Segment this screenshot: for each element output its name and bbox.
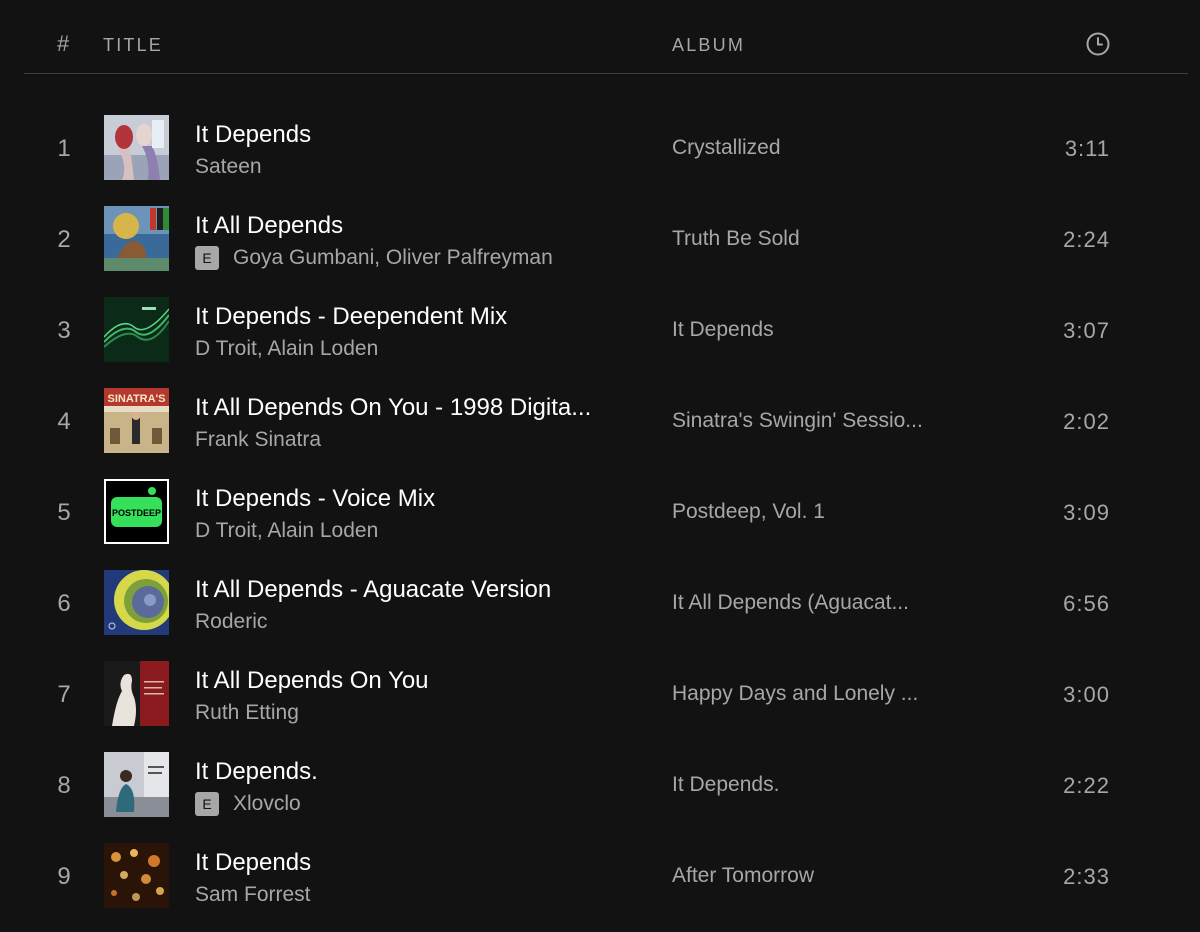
track-artist-line: D Troit, Alain Loden [195, 337, 378, 361]
track-album[interactable]: Happy Days and Lonely ... [672, 682, 918, 706]
track-row[interactable]: 3 It Depends - Deependent Mix D Troit, A… [0, 285, 1200, 376]
track-title[interactable]: It All Depends On You - 1998 Digita... [195, 394, 591, 422]
track-title[interactable]: It Depends [195, 849, 311, 877]
album-cover [104, 661, 169, 726]
track-album[interactable]: After Tomorrow [672, 864, 814, 888]
track-duration: 3:00 [1063, 682, 1110, 707]
track-row[interactable]: 7 It All Depends On You Ruth Etting Happ… [0, 649, 1200, 740]
track-number: 3 [57, 317, 71, 344]
header-divider [24, 73, 1188, 74]
track-artist-line: Ruth Etting [195, 701, 299, 725]
track-number: 5 [57, 499, 71, 526]
track-album[interactable]: Sinatra's Swingin' Sessio... [672, 409, 923, 433]
track-artist-line: D Troit, Alain Loden [195, 519, 378, 543]
track-artist[interactable]: D Troit, Alain Loden [195, 519, 378, 543]
track-artist-line: Roderic [195, 610, 267, 634]
track-artist[interactable]: Roderic [195, 610, 267, 634]
explicit-badge: E [195, 246, 219, 270]
track-album[interactable]: It Depends. [672, 773, 779, 797]
explicit-badge: E [195, 792, 219, 816]
track-artist-line: Sateen [195, 155, 262, 179]
track-artist-line: E Xlovclo [195, 792, 301, 816]
track-row[interactable]: 9 It Depends Sam Forrest After Tomorrow … [0, 831, 1200, 922]
track-duration: 2:33 [1063, 864, 1110, 889]
track-row[interactable]: 2 It All Depends E Goya Gumbani, Oliver … [0, 194, 1200, 285]
track-artist[interactable]: Sam Forrest [195, 883, 311, 907]
track-row[interactable]: 4 SINATRA'S It All Depends On You - 1998… [0, 376, 1200, 467]
track-number: 9 [57, 863, 71, 890]
track-title[interactable]: It Depends - Voice Mix [195, 485, 435, 513]
track-number: 2 [57, 226, 71, 253]
track-row[interactable]: 1 It Depends Sateen Crystallized 3:11 [0, 103, 1200, 194]
track-duration: 3:11 [1064, 136, 1110, 161]
album-cover: POSTDEEP [104, 479, 169, 544]
track-duration: 6:56 [1063, 591, 1110, 616]
track-number: 6 [57, 590, 71, 617]
cover-text: POSTDEEP [112, 508, 161, 518]
track-artist[interactable]: D Troit, Alain Loden [195, 337, 378, 361]
track-artist-line: Frank Sinatra [195, 428, 321, 452]
album-cover [104, 206, 169, 271]
track-duration: 2:02 [1063, 409, 1110, 434]
album-cover [104, 843, 169, 908]
column-header-title[interactable]: TITLE [103, 35, 163, 56]
track-number: 1 [57, 135, 71, 162]
track-title[interactable]: It Depends [195, 121, 311, 149]
track-duration: 2:22 [1063, 773, 1110, 798]
track-duration: 3:09 [1063, 500, 1110, 525]
track-title[interactable]: It All Depends On You [195, 667, 429, 695]
album-cover [104, 297, 169, 362]
track-artist-line: Sam Forrest [195, 883, 311, 907]
column-header-album[interactable]: ALBUM [672, 35, 745, 56]
track-artist-line: E Goya Gumbani, Oliver Palfreyman [195, 246, 553, 270]
track-title[interactable]: It All Depends [195, 212, 343, 240]
track-album[interactable]: Postdeep, Vol. 1 [672, 500, 825, 524]
track-title[interactable]: It Depends. [195, 758, 318, 786]
track-artist[interactable]: Goya Gumbani, Oliver Palfreyman [233, 246, 553, 270]
track-number: 4 [57, 408, 71, 435]
track-row[interactable]: 8 It Depends. E Xlovclo It Depends. 2:22 [0, 740, 1200, 831]
track-row[interactable]: 6 It All Depends - Aguacate Version Rode… [0, 558, 1200, 649]
track-artist[interactable]: Ruth Etting [195, 701, 299, 725]
track-title[interactable]: It Depends - Deependent Mix [195, 303, 507, 331]
track-duration: 2:24 [1063, 227, 1110, 252]
column-header-number[interactable]: # [57, 31, 69, 57]
track-row[interactable]: 5 POSTDEEP It Depends - Voice Mix D Troi… [0, 467, 1200, 558]
clock-icon[interactable] [1086, 32, 1110, 56]
tracklist-header: # TITLE ALBUM [0, 0, 1200, 74]
track-album[interactable]: Crystallized [672, 136, 781, 160]
album-cover [104, 570, 169, 635]
track-number: 8 [57, 772, 71, 799]
track-duration: 3:07 [1063, 318, 1110, 343]
album-cover [104, 115, 169, 180]
track-artist[interactable]: Sateen [195, 155, 262, 179]
album-cover: SINATRA'S [104, 388, 169, 453]
track-album[interactable]: It Depends [672, 318, 774, 342]
track-number: 7 [57, 681, 71, 708]
album-cover [104, 752, 169, 817]
track-artist[interactable]: Frank Sinatra [195, 428, 321, 452]
track-artist[interactable]: Xlovclo [233, 792, 301, 816]
cover-text: SINATRA'S [107, 393, 165, 405]
tracklist: 1 It Depends Sateen Crystallized 3:11 2 [0, 103, 1200, 922]
track-album[interactable]: It All Depends (Aguacat... [672, 591, 909, 615]
track-title[interactable]: It All Depends - Aguacate Version [195, 576, 551, 604]
track-album[interactable]: Truth Be Sold [672, 227, 800, 251]
